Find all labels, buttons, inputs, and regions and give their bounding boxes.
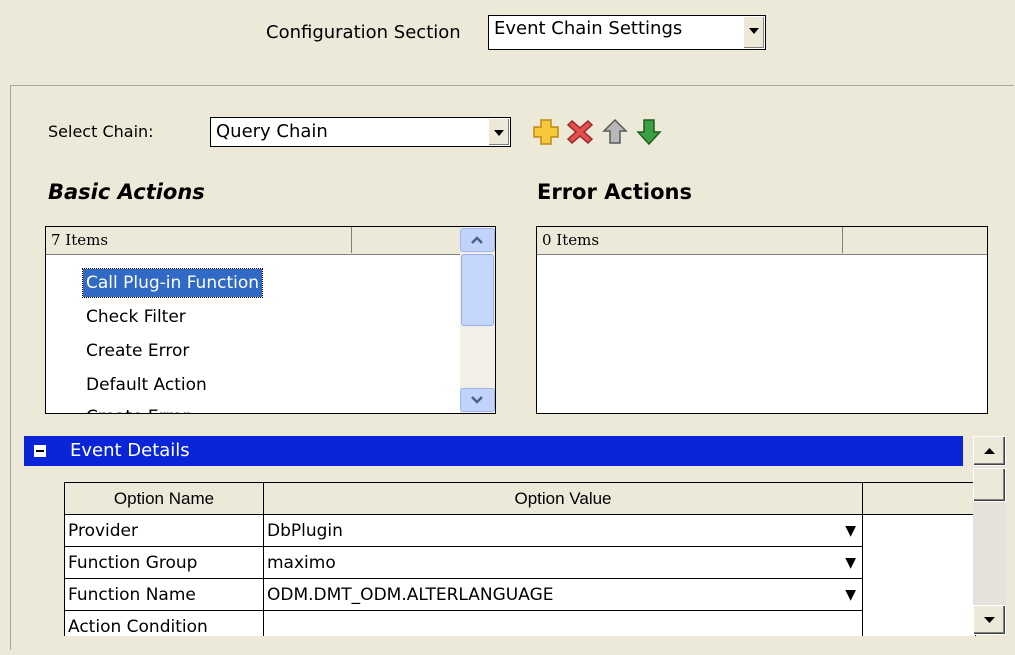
filler-cell [862,514,976,636]
option-value-header[interactable]: Option Value [263,482,863,515]
details-scrollbar[interactable] [973,436,1006,635]
option-value-select[interactable]: maximo ▼ [263,546,863,579]
table-row: Function Name ODM.DMT_ODM.ALTERLANGUAGE ▼ [64,578,976,611]
option-name[interactable]: Function Name [64,578,264,611]
option-value-select[interactable] [263,610,863,636]
table-row: Action Condition [64,610,976,636]
option-value: DbPlugin [267,520,343,541]
option-value-select[interactable]: DbPlugin ▼ [263,514,863,547]
table-row: Provider DbPlugin ▼ [64,514,976,636]
scroll-up-button[interactable] [973,436,1006,466]
option-value: ODM.DMT_ODM.ALTERLANGUAGE [267,584,554,605]
option-value-select[interactable]: ODM.DMT_ODM.ALTERLANGUAGE ▼ [263,578,863,611]
option-value: maximo [267,552,336,573]
scroll-down-button[interactable] [973,605,1006,635]
option-name[interactable]: Provider [64,514,264,547]
dropdown-arrow-icon[interactable]: ▼ [845,523,856,539]
dropdown-arrow-icon[interactable]: ▼ [845,555,856,571]
option-name[interactable]: Action Condition [64,610,264,636]
dropdown-arrow-icon[interactable]: ▼ [845,587,856,603]
options-grid: Option Name Option Value Provider DbPlug… [64,482,976,636]
option-name-header[interactable]: Option Name [64,482,264,515]
scroll-thumb[interactable] [973,468,1006,502]
triangle-down-icon [984,617,995,623]
option-name[interactable]: Function Group [64,546,264,579]
table-row: Function Group maximo ▼ [64,546,976,579]
empty-header [862,482,976,515]
triangle-up-icon [984,448,995,454]
options-grid-viewport: Option Name Option Value Provider DbPlug… [0,0,1015,636]
